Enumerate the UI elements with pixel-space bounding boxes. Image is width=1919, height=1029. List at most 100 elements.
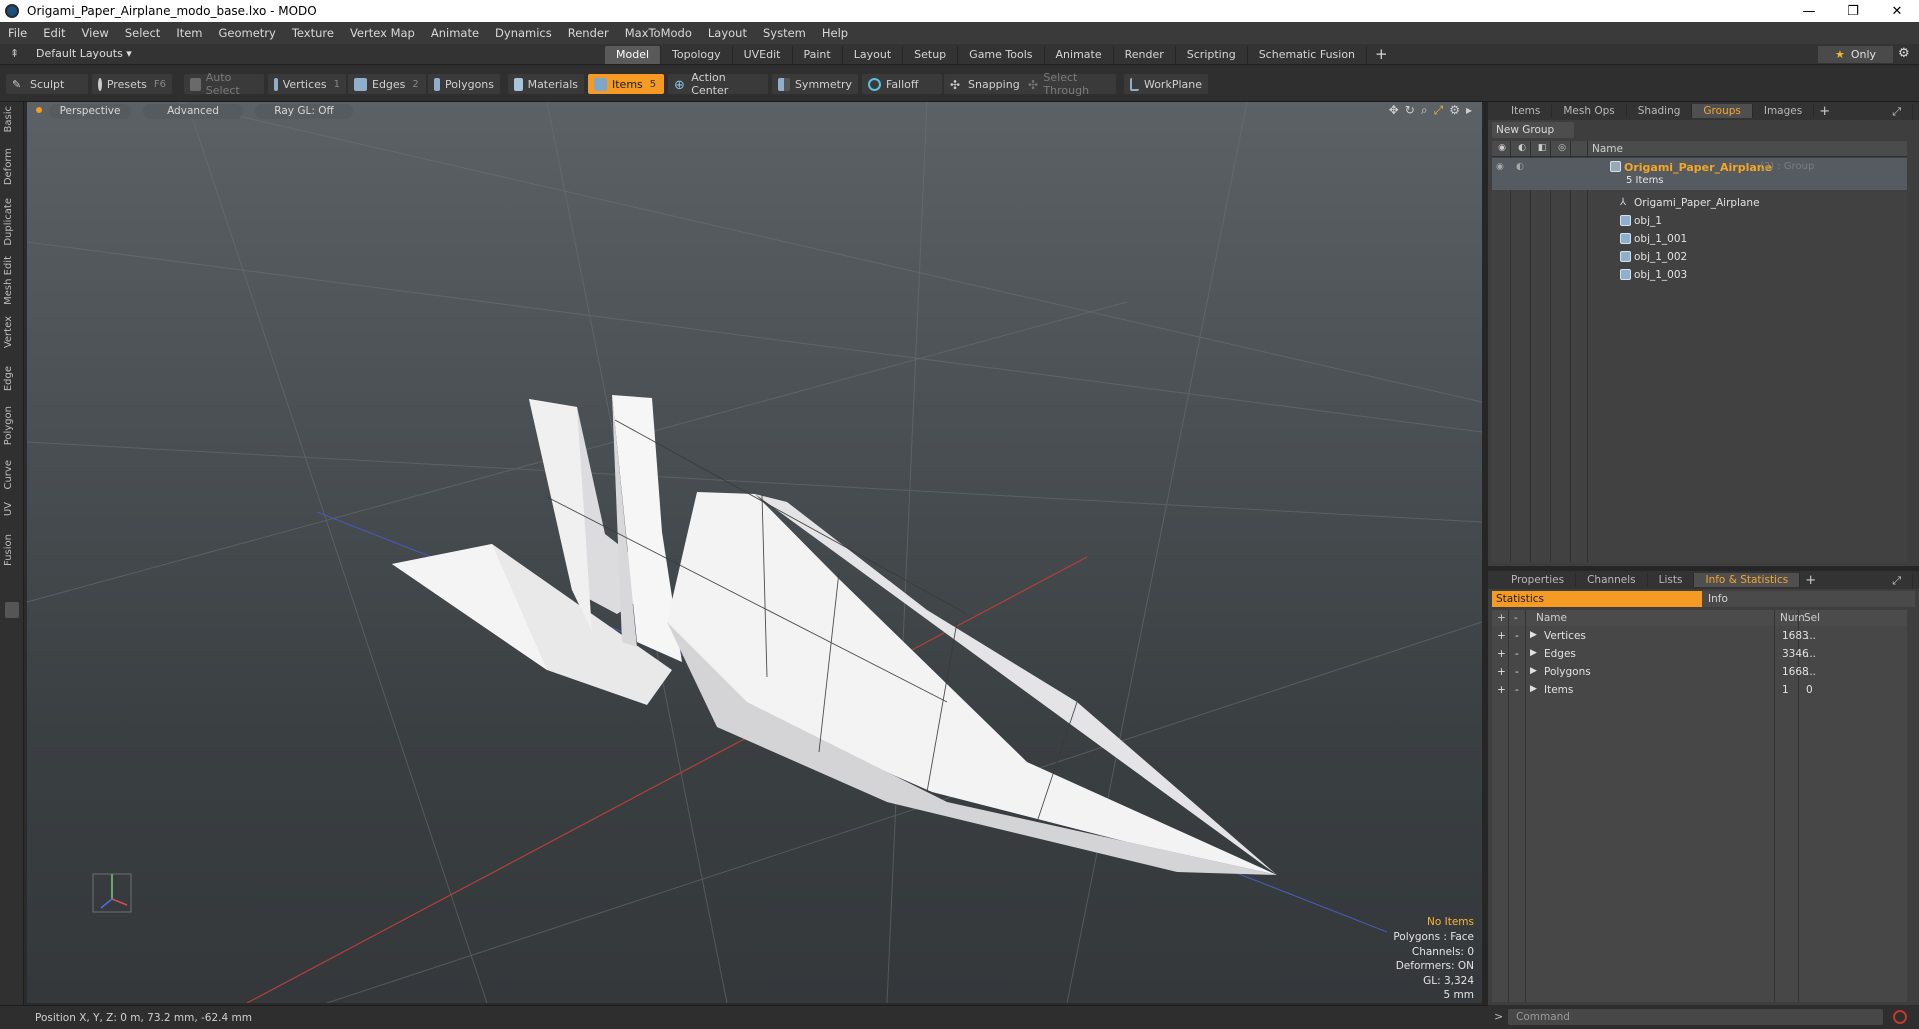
- falloff-button[interactable]: Falloff: [862, 74, 942, 94]
- auto-select-button[interactable]: Auto Select: [184, 71, 264, 97]
- menu-dynamics[interactable]: Dynamics: [487, 26, 560, 40]
- menu-animate[interactable]: Animate: [423, 26, 487, 40]
- pan-icon[interactable]: ✥: [1389, 103, 1399, 118]
- tree-item[interactable]: ⅄ Origami_Paper_Airplane: [1492, 194, 1907, 212]
- group-row-origami-paper-airplane[interactable]: ◉ ◐ Origami_Paper_Airplane (2) : Group 5…: [1492, 158, 1907, 190]
- menu-item[interactable]: Item: [168, 26, 210, 40]
- tool-palette-toggle[interactable]: [5, 602, 19, 618]
- expand-arrow-icon[interactable]: ▶: [1530, 684, 1537, 694]
- visibility-column-icon[interactable]: ◉: [1496, 143, 1508, 155]
- tab-model[interactable]: Model: [605, 46, 662, 64]
- add-icon[interactable]: +: [1497, 648, 1506, 660]
- tab-info-statistics[interactable]: Info & Statistics: [1694, 573, 1801, 587]
- menu-vertex-map[interactable]: Vertex Map: [342, 26, 423, 40]
- expand-arrow-icon[interactable]: ▶: [1530, 666, 1537, 676]
- stat-row-polygons[interactable]: + - ▶ Polygons 1668 ...: [1492, 663, 1907, 681]
- shading-mode-dropdown[interactable]: Advanced: [143, 103, 243, 119]
- rotate-icon[interactable]: ↻: [1405, 103, 1415, 118]
- only-button[interactable]: ★ Only: [1818, 46, 1893, 63]
- viewport-menu-dot[interactable]: [36, 107, 42, 113]
- add-icon[interactable]: +: [1497, 666, 1506, 678]
- stat-row-items[interactable]: + - ▶ Items 1 0: [1492, 681, 1907, 699]
- menu-layout[interactable]: Layout: [700, 26, 755, 40]
- tab-properties[interactable]: Properties: [1500, 573, 1577, 587]
- tab-schematic-fusion[interactable]: Schematic Fusion: [1248, 46, 1368, 64]
- remove-icon[interactable]: -: [1515, 630, 1519, 642]
- tab-scripting[interactable]: Scripting: [1176, 46, 1248, 64]
- default-layouts-dropdown[interactable]: ⇞ Default Layouts ▾: [10, 47, 132, 60]
- vtab-polygon[interactable]: Polygon: [3, 406, 14, 445]
- gear-icon[interactable]: ⚙: [1898, 46, 1910, 61]
- add-tab-button[interactable]: +: [1367, 46, 1396, 64]
- tree-item[interactable]: obj_1_001: [1492, 230, 1907, 248]
- name-column-header[interactable]: Name: [1592, 143, 1623, 155]
- panel-expand-icon[interactable]: ⤢: [1881, 573, 1913, 589]
- tab-topology[interactable]: Topology: [661, 46, 733, 64]
- vtab-basic[interactable]: Basic: [3, 106, 14, 132]
- expand-arrow-icon[interactable]: ▶: [1530, 630, 1537, 640]
- tree-item[interactable]: obj_1_002: [1492, 248, 1907, 266]
- polygons-button[interactable]: Polygons: [428, 74, 500, 94]
- group-render-icon[interactable]: ◐: [1516, 162, 1524, 172]
- materials-button[interactable]: Materials: [508, 74, 584, 94]
- tab-mesh-ops[interactable]: Mesh Ops: [1552, 104, 1627, 118]
- tab-shading[interactable]: Shading: [1627, 104, 1693, 118]
- add-panel-tab-icon[interactable]: +: [1800, 573, 1821, 588]
- tree-item[interactable]: obj_1_003: [1492, 266, 1907, 284]
- presets-button[interactable]: Presets F6: [92, 74, 172, 94]
- tab-layout[interactable]: Layout: [843, 46, 904, 64]
- new-group-button[interactable]: New Group: [1492, 122, 1574, 138]
- add-panel-tab-icon[interactable]: +: [1814, 104, 1835, 119]
- panel-expand-icon[interactable]: ⤢: [1881, 104, 1913, 120]
- remove-icon[interactable]: -: [1515, 666, 1519, 678]
- expand-all-icon[interactable]: +: [1497, 612, 1506, 624]
- info-tab[interactable]: Info: [1702, 591, 1915, 607]
- vtab-vertex[interactable]: Vertex: [3, 316, 14, 348]
- menu-maxtomodo[interactable]: MaxToModo: [617, 26, 700, 40]
- tab-channels[interactable]: Channels: [1576, 573, 1648, 587]
- edges-button[interactable]: Edges 2: [348, 74, 426, 94]
- command-input[interactable]: Command: [1508, 1009, 1883, 1025]
- tab-render[interactable]: Render: [1114, 46, 1176, 64]
- add-icon[interactable]: +: [1497, 684, 1506, 696]
- view-type-dropdown[interactable]: Perspective: [49, 103, 131, 119]
- tab-lists[interactable]: Lists: [1648, 573, 1695, 587]
- render-column-icon[interactable]: ◐: [1516, 143, 1528, 155]
- tab-animate[interactable]: Animate: [1045, 46, 1114, 64]
- raygl-dropdown[interactable]: Ray GL: Off: [255, 103, 353, 119]
- menu-select[interactable]: Select: [117, 26, 168, 40]
- zoom-icon[interactable]: ⌕: [1421, 103, 1428, 118]
- tab-game-tools[interactable]: Game Tools: [958, 46, 1045, 64]
- workplane-button[interactable]: WorkPlane: [1124, 74, 1208, 94]
- vtab-mesh-edit[interactable]: Mesh Edit: [3, 256, 14, 305]
- collapse-all-icon[interactable]: -: [1514, 612, 1518, 624]
- vtab-fusion[interactable]: Fusion: [3, 534, 14, 566]
- snapping-button[interactable]: ✣ Snapping: [944, 74, 1026, 94]
- vtab-edge[interactable]: Edge: [3, 366, 14, 391]
- select-through-button[interactable]: ✣ Select Through: [1022, 71, 1116, 97]
- tab-items[interactable]: Items: [1500, 104, 1553, 118]
- tab-setup[interactable]: Setup: [903, 46, 959, 64]
- menu-render[interactable]: Render: [560, 26, 617, 40]
- 3d-viewport[interactable]: Perspective Advanced Ray GL: Off ✥ ↻ ⌕ ⤢…: [27, 102, 1482, 1003]
- group-visibility-icon[interactable]: ◉: [1496, 162, 1504, 172]
- viewport-settings-icon[interactable]: ⚙: [1449, 103, 1460, 118]
- close-button[interactable]: ✕: [1875, 0, 1919, 22]
- tab-paint[interactable]: Paint: [793, 46, 843, 64]
- expand-arrow-icon[interactable]: ▶: [1530, 648, 1537, 658]
- items-button[interactable]: Items 5: [588, 74, 664, 94]
- viewport-expand-icon[interactable]: ▸: [1466, 103, 1472, 118]
- tab-groups[interactable]: Groups: [1692, 104, 1753, 118]
- lock-column-icon[interactable]: ◧: [1536, 143, 1548, 155]
- vtab-uv[interactable]: UV: [3, 502, 14, 516]
- add-icon[interactable]: +: [1497, 630, 1506, 642]
- tab-images[interactable]: Images: [1753, 104, 1815, 118]
- stat-row-vertices[interactable]: + - ▶ Vertices 1683 ...: [1492, 627, 1907, 645]
- action-center-button[interactable]: ⊕ Action Center: [668, 71, 768, 97]
- tree-item[interactable]: obj_1: [1492, 212, 1907, 230]
- vtab-duplicate[interactable]: Duplicate: [3, 198, 14, 246]
- tab-uvedit[interactable]: UVEdit: [733, 46, 793, 64]
- menu-edit[interactable]: Edit: [35, 26, 73, 40]
- menu-file[interactable]: File: [0, 26, 35, 40]
- sculpt-button[interactable]: ✎ Sculpt: [6, 74, 88, 94]
